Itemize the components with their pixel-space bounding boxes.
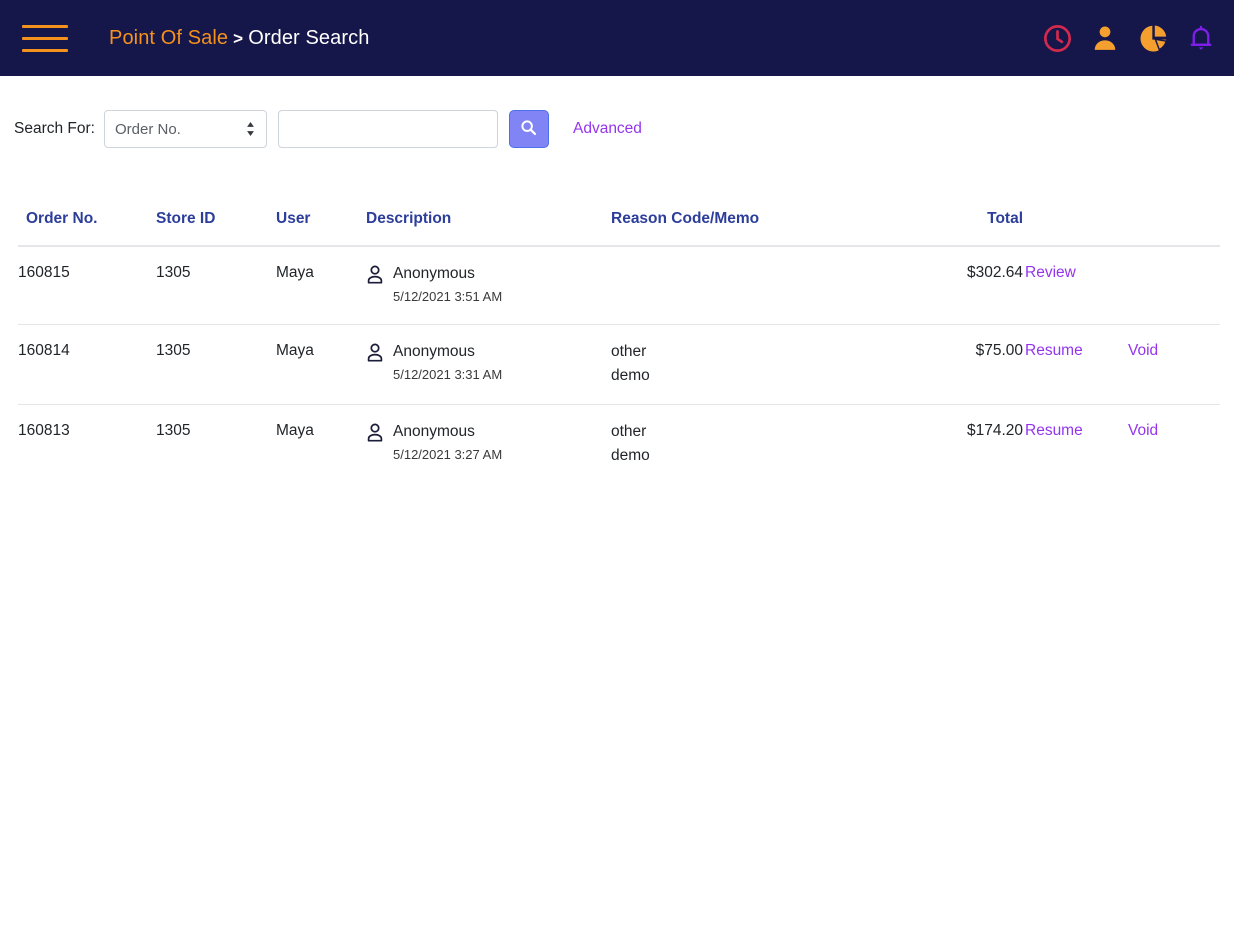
cell-order-no: 160815 bbox=[18, 246, 156, 325]
void-link[interactable]: Void bbox=[1126, 422, 1158, 440]
customer-name: Anonymous bbox=[393, 265, 475, 282]
cell-reason-memo: other demo bbox=[611, 324, 896, 405]
search-field-select-wrapper: Order No. bbox=[103, 110, 267, 148]
hamburger-bar bbox=[22, 36, 68, 40]
breadcrumb-app-name[interactable]: Point Of Sale bbox=[109, 27, 228, 50]
cell-store-id: 1305 bbox=[156, 324, 276, 405]
customer-name: Anonymous bbox=[393, 343, 475, 360]
pie-chart-icon[interactable] bbox=[1136, 21, 1170, 55]
review-link[interactable]: Review bbox=[1023, 264, 1076, 282]
reason-code: other bbox=[611, 423, 647, 440]
search-icon bbox=[520, 119, 537, 139]
cell-action-1: Resume bbox=[1023, 324, 1126, 405]
table-header-row: Order No. Store ID User Description Reas… bbox=[18, 210, 1220, 247]
customer-name: Anonymous bbox=[393, 423, 475, 440]
hamburger-icon[interactable] bbox=[22, 21, 68, 56]
table-row[interactable]: 160813 1305 Maya Anonymous 5/12/2021 3:2… bbox=[18, 405, 1220, 485]
cell-description: Anonymous 5/12/2021 3:31 AM bbox=[366, 324, 611, 405]
table-row[interactable]: 160815 1305 Maya Anonymous 5/12/2021 3:5… bbox=[18, 246, 1220, 325]
cell-action-2: Void bbox=[1126, 324, 1220, 405]
app-header: Point Of Sale > Order Search bbox=[0, 0, 1234, 76]
breadcrumb: Point Of Sale > Order Search bbox=[109, 27, 369, 50]
cell-action-2: Void bbox=[1126, 405, 1220, 485]
order-datetime: 5/12/2021 3:51 AM bbox=[393, 289, 503, 304]
cell-store-id: 1305 bbox=[156, 422, 191, 439]
resume-link[interactable]: Resume bbox=[1023, 422, 1083, 440]
cell-order-no: 160814 bbox=[18, 324, 156, 405]
search-toolbar: Search For: Order No. Advanced bbox=[0, 76, 1234, 148]
search-field-select[interactable]: Order No. bbox=[103, 110, 267, 148]
breadcrumb-page-title: Order Search bbox=[248, 26, 370, 49]
person-icon bbox=[366, 343, 384, 362]
resume-link[interactable]: Resume bbox=[1023, 342, 1083, 360]
column-header-action-2 bbox=[1126, 210, 1220, 247]
order-datetime: 5/12/2021 3:31 AM bbox=[393, 367, 503, 382]
search-for-label: Search For: bbox=[14, 120, 95, 137]
cell-store-id: 1305 bbox=[156, 246, 276, 325]
user-icon[interactable] bbox=[1088, 21, 1122, 55]
person-icon bbox=[366, 423, 384, 442]
orders-table-head: Order No. Store ID User Description Reas… bbox=[18, 210, 1220, 247]
reason-memo: demo bbox=[611, 367, 650, 384]
clock-icon[interactable] bbox=[1040, 21, 1074, 55]
reason-memo: demo bbox=[611, 447, 650, 464]
breadcrumb-separator: > bbox=[233, 28, 244, 48]
hamburger-bar bbox=[22, 48, 68, 52]
cell-total: $302.64 bbox=[896, 246, 1023, 325]
cell-user: Maya bbox=[276, 422, 314, 439]
column-header-action-1 bbox=[1023, 210, 1126, 247]
void-link[interactable]: Void bbox=[1126, 342, 1158, 360]
cell-description: Anonymous 5/12/2021 3:51 AM bbox=[366, 246, 611, 325]
cell-reason-memo bbox=[611, 246, 896, 325]
cell-reason-memo: other demo bbox=[611, 405, 896, 485]
cell-total: $174.20 bbox=[966, 422, 1023, 439]
column-header-reason-memo: Reason Code/Memo bbox=[611, 210, 896, 247]
cell-action-1: Review bbox=[1023, 246, 1126, 325]
table-row[interactable]: 160814 1305 Maya Anonymous 5/12/2021 3:3… bbox=[18, 324, 1220, 405]
cell-action-1: Resume bbox=[1023, 405, 1126, 485]
column-header-total: Total bbox=[896, 210, 1023, 247]
cell-order-no: 160813 bbox=[18, 422, 70, 439]
orders-table: Order No. Store ID User Description Reas… bbox=[18, 210, 1220, 484]
cell-user: Maya bbox=[276, 246, 366, 325]
hamburger-bar bbox=[22, 24, 68, 28]
cell-user: Maya bbox=[276, 324, 366, 405]
column-header-store-id: Store ID bbox=[156, 210, 276, 247]
column-header-user: User bbox=[276, 210, 366, 247]
person-icon bbox=[366, 265, 384, 284]
advanced-search-link[interactable]: Advanced bbox=[573, 120, 642, 138]
reason-code: other bbox=[611, 343, 647, 360]
search-input[interactable] bbox=[277, 110, 498, 148]
order-datetime: 5/12/2021 3:27 AM bbox=[393, 447, 503, 462]
cell-action-2 bbox=[1126, 246, 1220, 325]
cell-description: Anonymous 5/12/2021 3:27 AM bbox=[366, 405, 611, 485]
search-button[interactable] bbox=[508, 110, 549, 148]
column-header-description: Description bbox=[366, 210, 611, 247]
bell-icon[interactable] bbox=[1184, 21, 1218, 55]
cell-total: $75.00 bbox=[896, 324, 1023, 405]
orders-table-body: 160815 1305 Maya Anonymous 5/12/2021 3:5… bbox=[18, 246, 1220, 484]
orders-table-container: Order No. Store ID User Description Reas… bbox=[18, 210, 1220, 484]
column-header-order-no: Order No. bbox=[18, 210, 156, 247]
header-icon-group bbox=[1040, 0, 1218, 76]
